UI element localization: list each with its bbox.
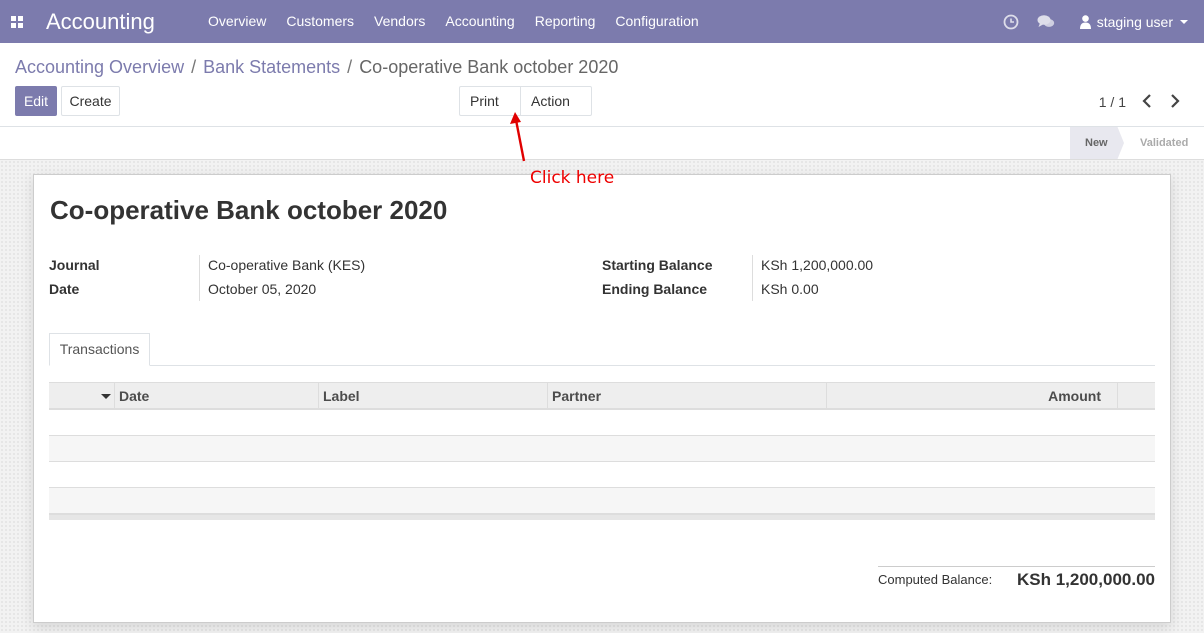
column-partner[interactable]: Partner (547, 383, 826, 409)
apps-icon[interactable] (2, 0, 32, 43)
ending-balance-label: Ending Balance (602, 281, 708, 297)
statement-title: Co-operative Bank october 2020 (50, 195, 448, 225)
menu-reporting[interactable]: Reporting (525, 0, 606, 43)
print-label: Print (470, 93, 499, 109)
transactions-table-header: Date Label Partner Amount (49, 382, 1155, 410)
column-date[interactable]: Date (114, 383, 318, 409)
breadcrumb-separator: / (347, 57, 353, 77)
chat-icon[interactable] (1037, 14, 1055, 30)
breadcrumb-bank-statements[interactable]: Bank Statements (203, 57, 340, 78)
journal-value[interactable]: Co-operative Bank (KES) (208, 257, 365, 273)
table-row (49, 410, 1155, 436)
main-menu: Overview Customers Vendors Accounting Re… (198, 0, 709, 43)
form-sheet: Co-operative Bank october 2020 Journal C… (33, 174, 1171, 623)
menu-vendors[interactable]: Vendors (364, 0, 435, 43)
stage-new: New (1070, 127, 1124, 159)
annotation-text: Click here (530, 168, 615, 188)
field-divider (752, 255, 753, 301)
breadcrumb-accounting-overview[interactable]: Accounting Overview (15, 57, 184, 78)
column-trash (1117, 383, 1155, 409)
navbar-systray: staging user (994, 0, 1204, 43)
action-label: Action (531, 93, 570, 109)
caret-down-icon (1180, 19, 1188, 24)
menu-customers[interactable]: Customers (276, 0, 364, 43)
clock-icon[interactable] (1003, 14, 1019, 30)
table-row (49, 436, 1155, 462)
menu-overview[interactable]: Overview (198, 0, 276, 43)
column-label[interactable]: Label (318, 383, 547, 409)
statusbar: New Validated (0, 127, 1204, 160)
computed-balance-value: KSh 1,200,000.00 (1017, 570, 1155, 589)
chevron-right-icon[interactable] (1168, 93, 1182, 109)
computed-balance-label: Computed Balance: (878, 572, 993, 587)
menu-accounting[interactable]: Accounting (435, 0, 524, 43)
breadcrumb-separator: / (191, 57, 197, 77)
table-footer (49, 514, 1155, 520)
annotation-arrow-icon (510, 112, 526, 162)
sort-caret-icon[interactable] (101, 394, 111, 399)
breadcrumb: Accounting Overview / Bank Statements / … (15, 57, 618, 78)
date-label: Date (49, 281, 80, 297)
balance-divider (878, 566, 1155, 567)
user-menu[interactable]: staging user (1079, 13, 1188, 30)
stage-validated[interactable]: Validated (1140, 127, 1188, 159)
starting-balance-value[interactable]: KSh 1,200,000.00 (761, 257, 873, 273)
starting-balance-label: Starting Balance (602, 257, 713, 273)
pager-value[interactable]: 1 / 1 (1099, 94, 1126, 110)
edit-button[interactable]: Edit (15, 86, 57, 116)
date-value[interactable]: October 05, 2020 (208, 281, 316, 297)
column-amount[interactable]: Amount (826, 383, 1117, 409)
tab-transactions[interactable]: Transactions (49, 333, 150, 366)
control-panel: Accounting Overview / Bank Statements / … (0, 43, 1204, 133)
tab-underline (49, 365, 1155, 366)
user-icon (1079, 14, 1091, 29)
table-row (49, 488, 1155, 514)
create-button[interactable]: Create (61, 86, 120, 116)
app-brand[interactable]: Accounting (46, 9, 198, 35)
ending-balance-value[interactable]: KSh 0.00 (761, 281, 819, 297)
table-row (49, 462, 1155, 488)
menu-configuration[interactable]: Configuration (605, 0, 708, 43)
chevron-left-icon[interactable] (1140, 93, 1154, 109)
journal-label: Journal (49, 257, 100, 273)
breadcrumb-current: Co-operative Bank october 2020 (359, 57, 619, 77)
top-navbar: Accounting Overview Customers Vendors Ac… (0, 0, 1204, 43)
field-divider (199, 255, 200, 301)
user-name: staging user (1096, 13, 1173, 30)
